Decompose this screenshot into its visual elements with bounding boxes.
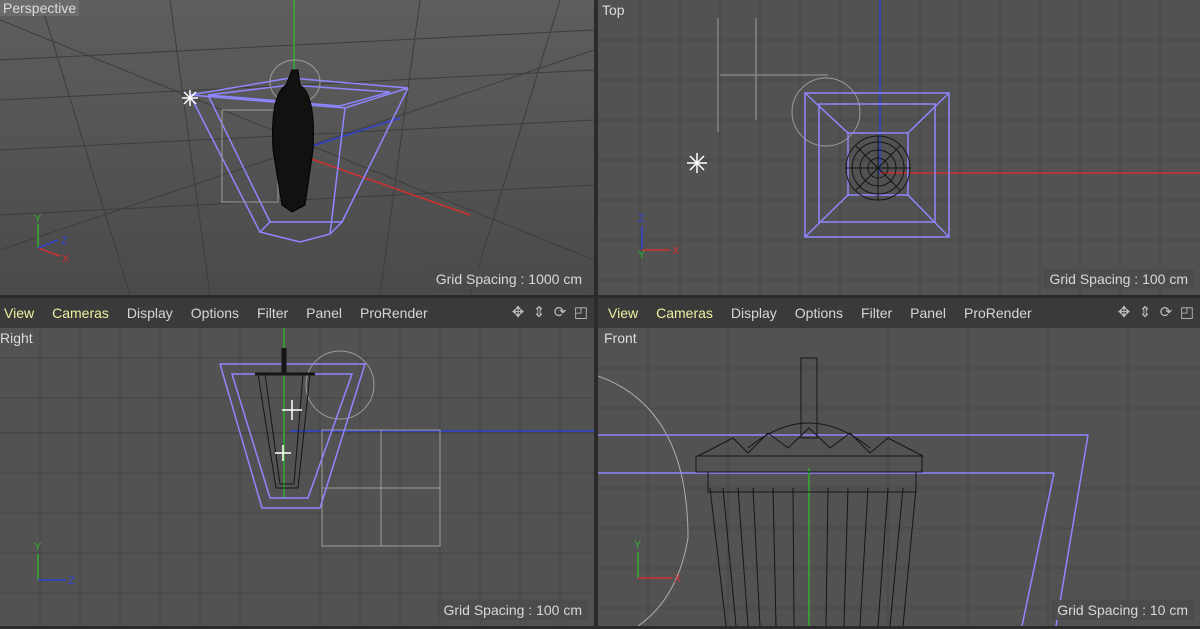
viewport-front[interactable]: Y X Front Grid Spacing : 10 cm [598, 328, 1200, 626]
top-axis-label-z: Z [638, 213, 645, 225]
zoom-icon[interactable]: ⇕ [1136, 303, 1154, 321]
menu-panel[interactable]: Panel [901, 305, 955, 321]
viewport-top[interactable]: Z Y X Top Grid Spacing : 100 cm [598, 0, 1200, 295]
rotate-icon[interactable]: ⟳ [1157, 303, 1175, 321]
viewport-menubar-right: View Cameras Display Options Filter Pane… [598, 298, 1200, 328]
menu-cameras[interactable]: Cameras [43, 305, 118, 321]
menu-options[interactable]: Options [182, 305, 248, 321]
move-icon[interactable]: ✥ [509, 303, 527, 321]
front-axis-label-y: Y [634, 539, 642, 551]
axis-label-y: Y [34, 213, 42, 225]
grid-spacing-perspective: Grid Spacing : 1000 cm [429, 269, 588, 289]
viewport-title-perspective: Perspective [0, 0, 80, 16]
front-scene: Y X [598, 328, 1200, 626]
menu-display[interactable]: Display [722, 305, 786, 321]
grid-spacing-right: Grid Spacing : 100 cm [437, 600, 588, 620]
top-axis-label-x: X [672, 245, 680, 257]
menu-view[interactable]: View [0, 305, 43, 321]
top-axis-label-y: Y [638, 249, 646, 261]
menu-options[interactable]: Options [786, 305, 852, 321]
zoom-icon[interactable]: ⇕ [530, 303, 548, 321]
menu-filter[interactable]: Filter [248, 305, 297, 321]
right-axis-label-y: Y [34, 541, 42, 553]
menu-prorender[interactable]: ProRender [351, 305, 437, 321]
grid-spacing-front: Grid Spacing : 10 cm [1051, 600, 1194, 620]
front-axis-label-x: X [674, 573, 682, 585]
move-icon[interactable]: ✥ [1115, 303, 1133, 321]
viewport-title-front: Front [604, 330, 637, 346]
menu-panel[interactable]: Panel [297, 305, 351, 321]
grid-spacing-top: Grid Spacing : 100 cm [1043, 269, 1194, 289]
menu-filter[interactable]: Filter [852, 305, 901, 321]
right-axis-label-z: Z [68, 575, 75, 587]
menu-display[interactable]: Display [118, 305, 182, 321]
axis-label-x: X [62, 253, 70, 265]
axis-label-z: Z [61, 235, 68, 247]
maximize-icon[interactable]: ◰ [1178, 303, 1196, 321]
menu-view[interactable]: View [598, 305, 647, 321]
maximize-icon[interactable]: ◰ [572, 303, 590, 321]
viewport-perspective[interactable]: Y X Z Perspective Grid Spacing : 1000 cm [0, 0, 594, 295]
top-scene: Z Y X [598, 0, 1200, 295]
viewport-right[interactable]: Y Z Right Grid Spacing : 100 cm [0, 328, 594, 626]
perspective-scene: Y X Z [0, 0, 594, 295]
viewport-title-right: Right [0, 330, 33, 346]
right-scene: Y Z [0, 328, 594, 626]
rotate-icon[interactable]: ⟳ [551, 303, 569, 321]
menu-cameras[interactable]: Cameras [647, 305, 722, 321]
viewport-title-top: Top [602, 2, 625, 18]
viewport-menubar-left: View Cameras Display Options Filter Pane… [0, 298, 594, 328]
menu-prorender[interactable]: ProRender [955, 305, 1041, 321]
